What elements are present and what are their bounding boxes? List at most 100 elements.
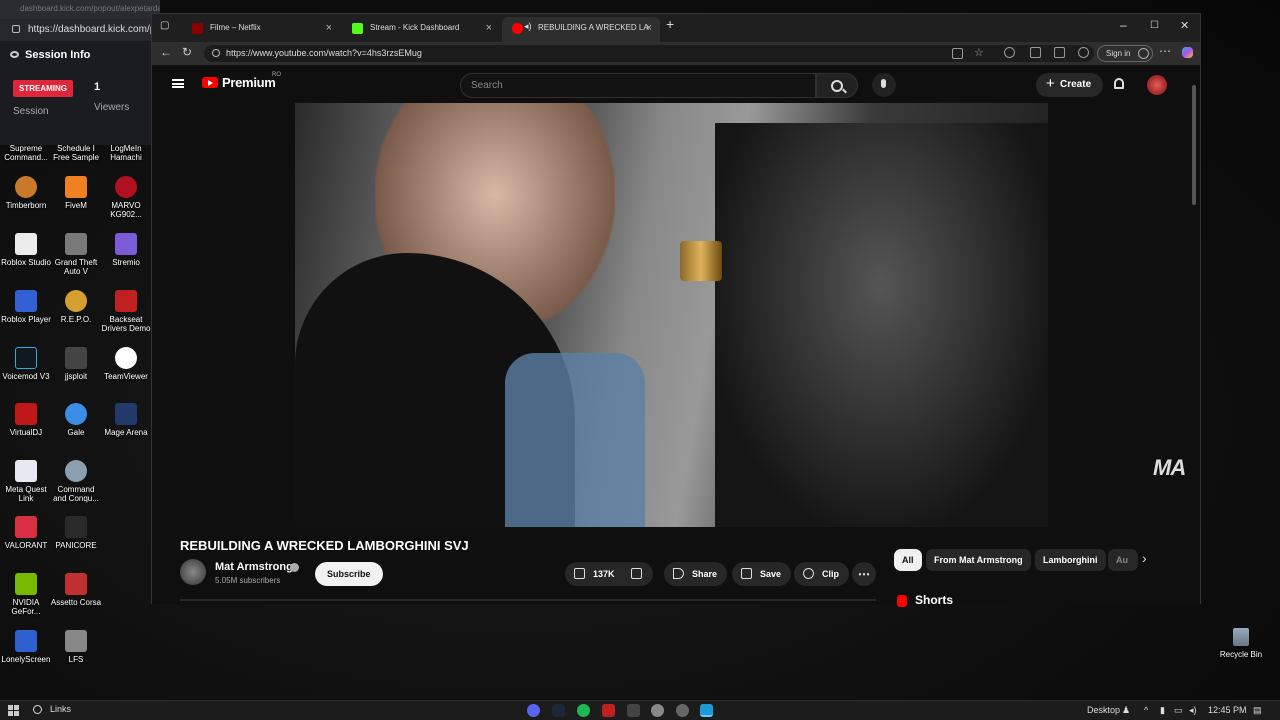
clip-button[interactable]: Clip [794, 562, 849, 586]
desktop-icon-teamviewer[interactable]: TeamViewer [100, 347, 152, 381]
share-button[interactable]: Share [664, 562, 728, 586]
chip-truncated[interactable]: Au [1108, 549, 1138, 571]
desktop-icon-roblox-player[interactable]: Roblox Player [0, 290, 52, 324]
desktop-icon-stremio[interactable]: Stremio [100, 233, 152, 267]
jjsploit-icon [65, 347, 87, 369]
more-actions-button[interactable]: ⋯ [852, 562, 876, 586]
clock[interactable]: 12:45 PM [1208, 705, 1247, 715]
notification-center-icon[interactable]: ▤ [1253, 705, 1262, 716]
desktop-icon-gta-v[interactable]: Grand Theft Auto V [50, 233, 102, 276]
more-options-icon[interactable]: ⋯ [1159, 44, 1171, 58]
desktop-icon-valorant[interactable]: VALORANT [0, 516, 52, 550]
favorites-icon[interactable] [1054, 47, 1065, 58]
desktop-icon-fivem[interactable]: FiveM [50, 176, 102, 210]
app-icon[interactable] [602, 704, 615, 717]
desktop-icon-meta-quest-link[interactable]: Meta Quest Link [0, 460, 52, 503]
channel-avatar[interactable] [180, 559, 206, 585]
taskbar-search[interactable]: Links [33, 704, 71, 714]
kick-url-bar[interactable]: https://dashboard.kick.com/p [0, 19, 160, 41]
desktop-icon-marvo[interactable]: MARVO KG902... [100, 176, 152, 219]
network-icon[interactable]: ▭ [1174, 705, 1183, 716]
desktop-icon-virtualdj[interactable]: VirtualDJ [0, 403, 52, 437]
desktop-icon-backseat-drivers[interactable]: Backseat Drivers Demo [100, 290, 152, 333]
desktop-toolbar-label[interactable]: Desktop [1087, 705, 1120, 715]
extensions-icon[interactable] [1030, 47, 1041, 58]
desktop-icon-schedule-i[interactable]: Schedule I Free Sample [50, 144, 102, 162]
desktop-icon-hamachi[interactable]: LogMeIn Hamachi [100, 144, 152, 162]
microphone-icon[interactable]: ▮ [1160, 705, 1165, 716]
menu-icon[interactable] [172, 79, 184, 88]
tab-actions-icon[interactable]: ▢ [160, 20, 169, 31]
new-tab-button[interactable]: + [666, 16, 674, 32]
desktop-icon-jjsploit[interactable]: jjsploit [50, 347, 102, 381]
desktop-icon-mage-arena[interactable]: Mage Arena [100, 403, 152, 437]
chip-lamborghini[interactable]: Lamborghini [1035, 549, 1106, 571]
show-hidden-icons[interactable]: ^ [1144, 705, 1148, 715]
desktop-icon-repo[interactable]: R.E.P.O. [50, 290, 102, 324]
copilot-icon[interactable] [1182, 47, 1193, 58]
youtube-logo-icon[interactable] [202, 77, 218, 88]
desktop-icon-assetto-corsa[interactable]: Assetto Corsa [50, 573, 102, 607]
person-icon[interactable]: ♟ [1122, 705, 1130, 716]
volume-icon[interactable]: ◂) [1189, 705, 1197, 716]
close-window-button[interactable]: ✕ [1180, 19, 1189, 32]
desktop-icon-nvidia-geforce[interactable]: NVIDIA GeFor... [0, 573, 52, 616]
subscribe-button[interactable]: Subscribe [315, 562, 383, 586]
minimize-button[interactable]: – [1120, 18, 1127, 32]
kick-session-window: dashboard.kick.com/popout/alexpetarda/se… [0, 0, 160, 145]
edge-icon[interactable] [700, 704, 713, 717]
dislike-icon[interactable] [631, 568, 642, 579]
close-tab-icon[interactable]: × [486, 22, 492, 34]
desktop-icon-voicemod[interactable]: Voicemod V3 [0, 347, 52, 381]
close-tab-icon[interactable]: × [326, 22, 332, 34]
video-player[interactable] [295, 103, 1048, 527]
chips-next-icon[interactable]: › [1142, 550, 1147, 566]
maximize-button[interactable]: ☐ [1150, 20, 1159, 31]
sign-in-button[interactable]: Sign in [1097, 45, 1154, 62]
app-icon[interactable] [676, 704, 689, 717]
browser-essentials-icon[interactable] [1078, 47, 1089, 58]
search-button[interactable] [816, 73, 858, 98]
spotify-icon[interactable] [577, 704, 590, 717]
windows-start-icon[interactable] [8, 705, 19, 716]
desktop-icon-lonelyscreen[interactable]: LonelyScreen [0, 630, 52, 664]
create-button[interactable]: Create [1036, 73, 1104, 97]
desktop-icon-lfs[interactable]: LFS [50, 630, 102, 664]
reload-icon[interactable]: ↻ [182, 45, 192, 59]
steam-icon[interactable] [552, 704, 565, 717]
site-info-icon[interactable] [212, 49, 220, 57]
channel-watermark[interactable]: MA [1153, 455, 1186, 481]
desktop-icon-timberborn[interactable]: Timberborn [0, 176, 52, 210]
desktop-icon-gale[interactable]: Gale [50, 403, 102, 437]
discord-icon[interactable] [527, 704, 540, 717]
app-available-icon[interactable] [952, 48, 963, 59]
save-button[interactable]: Save [732, 562, 792, 586]
desktop-icon-roblox-studio[interactable]: Roblox Studio [0, 233, 52, 267]
app-icon[interactable] [627, 704, 640, 717]
page-scrollbar[interactable] [1189, 65, 1200, 604]
desktop-icon-supreme-commander[interactable]: Supreme Command... [0, 144, 52, 162]
refresh-icon[interactable] [1004, 47, 1015, 58]
favorite-star-icon[interactable]: ☆ [974, 46, 984, 59]
tab-kick-dashboard[interactable]: Stream - Kick Dashboard × [342, 17, 500, 42]
desktop-icon-panicore[interactable]: PANICORE [50, 516, 102, 550]
youtube-premium-logo[interactable]: Premium [222, 75, 276, 90]
like-button[interactable]: 137K [565, 562, 653, 586]
tab-youtube[interactable]: ◂) REBUILDING A WRECKED LA × [502, 17, 660, 42]
chrome-icon[interactable] [651, 704, 664, 717]
tab-netflix[interactable]: Filme – Netflix × [182, 17, 340, 42]
desktop-icon-command-and-conquer[interactable]: Command and Conqu... [50, 460, 102, 503]
panicore-icon [65, 516, 87, 538]
chip-from-channel[interactable]: From Mat Armstrong [926, 549, 1031, 571]
notifications-icon[interactable] [1114, 78, 1124, 89]
channel-name[interactable]: Mat Armstrong [215, 561, 293, 573]
address-bar[interactable]: https://www.youtube.com/watch?v=4hs3rzsE… [204, 45, 1094, 62]
back-icon[interactable]: ← [160, 45, 172, 59]
recycle-bin[interactable]: Recycle Bin [1219, 628, 1263, 659]
scrollbar-thumb[interactable] [1192, 85, 1196, 205]
voice-search-icon[interactable] [872, 73, 896, 97]
avatar[interactable] [1147, 75, 1167, 95]
chip-all[interactable]: All [894, 549, 922, 571]
search-input[interactable]: Search [460, 73, 816, 98]
close-tab-icon[interactable]: × [646, 22, 652, 34]
